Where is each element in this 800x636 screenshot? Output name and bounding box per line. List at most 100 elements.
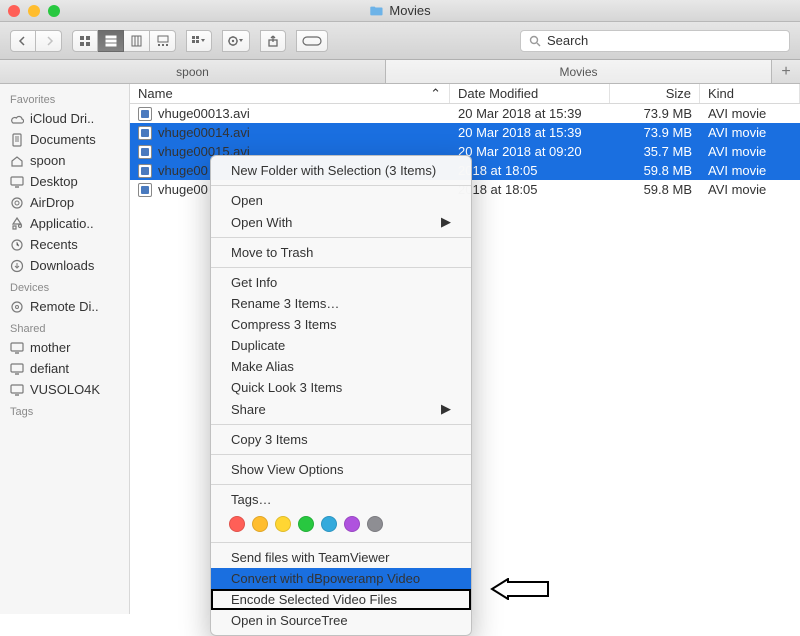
menu-item[interactable]: Compress 3 Items — [211, 314, 471, 335]
sidebar-section-shared: Shared — [0, 317, 129, 337]
menu-item[interactable]: Open in SourceTree — [211, 610, 471, 631]
sidebar-section-devices: Devices — [0, 276, 129, 296]
sidebar-item[interactable]: AirDrop — [0, 192, 129, 213]
menu-item-label: Encode Selected Video Files — [231, 592, 397, 607]
submenu-arrow-icon: ▶ — [441, 401, 451, 417]
menu-item[interactable]: Share▶ — [211, 398, 471, 420]
sidebar-item[interactable]: defiant — [0, 358, 129, 379]
sidebar: Favorites iCloud Dri.. Documents spoon Deskt… — [0, 84, 130, 614]
sidebar-item[interactable]: Recents — [0, 234, 129, 255]
menu-item[interactable]: Get Info — [211, 272, 471, 293]
file-date: 20 Mar 2018 at 09:20 — [450, 144, 610, 159]
minimize-button[interactable] — [28, 5, 40, 17]
menu-separator — [211, 542, 471, 543]
add-tab-button[interactable]: + — [772, 60, 800, 83]
context-menu[interactable]: New Folder with Selection (3 Items)OpenO… — [210, 155, 472, 636]
file-row[interactable]: vhuge00014.avi20 Mar 2018 at 15:3973.9 M… — [130, 123, 800, 142]
file-date: 20 Mar 2018 at 15:39 — [450, 106, 610, 121]
menu-item[interactable]: Show View Options — [211, 459, 471, 480]
sidebar-section-favorites: Favorites — [0, 88, 129, 108]
sidebar-item[interactable]: iCloud Dri.. — [0, 108, 129, 129]
menu-item-label: Show View Options — [231, 462, 344, 477]
menu-item[interactable]: New Folder with Selection (3 Items) — [211, 160, 471, 181]
file-icon — [138, 164, 152, 178]
tag-color[interactable] — [298, 516, 314, 532]
doc-icon — [10, 133, 24, 147]
column-view-button[interactable] — [124, 30, 150, 52]
sidebar-item-label: Remote Di.. — [30, 299, 99, 314]
menu-item[interactable]: Tags… — [211, 489, 471, 510]
tag-color[interactable] — [252, 516, 268, 532]
column-kind[interactable]: Kind — [700, 84, 800, 103]
arrange-button[interactable] — [186, 30, 212, 52]
sidebar-item[interactable]: Documents — [0, 129, 129, 150]
tag-color[interactable] — [229, 516, 245, 532]
clock-icon — [10, 238, 24, 252]
close-button[interactable] — [8, 5, 20, 17]
gallery-view-button[interactable] — [150, 30, 176, 52]
sidebar-item[interactable]: Applicatio.. — [0, 213, 129, 234]
back-button[interactable] — [10, 30, 36, 52]
menu-item-label: Compress 3 Items — [231, 317, 336, 332]
sidebar-item[interactable]: mother — [0, 337, 129, 358]
sidebar-item[interactable]: VUSOLO4K — [0, 379, 129, 400]
menu-item-label: Rename 3 Items… — [231, 296, 339, 311]
tab-spoon[interactable]: spoon — [0, 60, 386, 83]
tag-color[interactable] — [321, 516, 337, 532]
column-headers: Name⌃ Date Modified Size Kind — [130, 84, 800, 104]
sidebar-item-label: defiant — [30, 361, 69, 376]
view-mode-buttons — [72, 30, 176, 52]
menu-tags-row — [211, 510, 471, 538]
menu-item[interactable]: Open With▶ — [211, 211, 471, 233]
folder-icon — [369, 4, 383, 18]
sidebar-item[interactable]: Desktop — [0, 171, 129, 192]
file-icon — [138, 126, 152, 140]
column-date[interactable]: Date Modified — [450, 84, 610, 103]
tab-movies[interactable]: Movies — [386, 60, 772, 83]
airdrop-icon — [10, 196, 24, 210]
sidebar-item[interactable]: Remote Di.. — [0, 296, 129, 317]
menu-item-label: Move to Trash — [231, 245, 313, 260]
tag-button[interactable] — [296, 30, 328, 52]
file-size: 59.8 MB — [610, 182, 700, 197]
sidebar-item-label: VUSOLO4K — [30, 382, 100, 397]
zoom-button[interactable] — [48, 5, 60, 17]
tag-color[interactable] — [344, 516, 360, 532]
tag-color[interactable] — [275, 516, 291, 532]
menu-item[interactable]: Encode Selected Video Files — [211, 589, 471, 610]
action-button[interactable] — [222, 30, 250, 52]
menu-item[interactable]: Convert with dBpoweramp Video — [211, 568, 471, 589]
window-title: Movies — [369, 3, 430, 18]
menu-item[interactable]: Move to Trash — [211, 242, 471, 263]
menu-item[interactable]: Duplicate — [211, 335, 471, 356]
menu-item-label: New Folder with Selection (3 Items) — [231, 163, 436, 178]
sidebar-item-label: spoon — [30, 153, 65, 168]
column-size[interactable]: Size — [610, 84, 700, 103]
menu-item[interactable]: Copy 3 Items — [211, 429, 471, 450]
file-size: 35.7 MB — [610, 144, 700, 159]
sidebar-item[interactable]: Downloads — [0, 255, 129, 276]
share-button[interactable] — [260, 30, 286, 52]
sidebar-section-tags: Tags — [0, 400, 129, 420]
tag-color[interactable] — [367, 516, 383, 532]
forward-button[interactable] — [36, 30, 62, 52]
menu-item[interactable]: Send files with TeamViewer — [211, 547, 471, 568]
menu-item-label: Get Info — [231, 275, 277, 290]
cloud-icon — [10, 112, 24, 126]
menu-item[interactable]: Quick Look 3 Items — [211, 377, 471, 398]
toolbar: Search — [0, 22, 800, 60]
menu-item[interactable]: Open — [211, 190, 471, 211]
search-input[interactable]: Search — [520, 30, 790, 52]
download-icon — [10, 259, 24, 273]
file-row[interactable]: vhuge00013.avi20 Mar 2018 at 15:3973.9 M… — [130, 104, 800, 123]
column-name[interactable]: Name⌃ — [130, 84, 450, 103]
menu-item[interactable]: Make Alias — [211, 356, 471, 377]
menu-separator — [211, 267, 471, 268]
menu-item[interactable]: Rename 3 Items… — [211, 293, 471, 314]
list-view-button[interactable] — [98, 30, 124, 52]
sidebar-item[interactable]: spoon — [0, 150, 129, 171]
file-date: 2018 at 18:05 — [450, 163, 610, 178]
icon-view-button[interactable] — [72, 30, 98, 52]
menu-item-label: Duplicate — [231, 338, 285, 353]
sidebar-item-label: iCloud Dri.. — [30, 111, 94, 126]
